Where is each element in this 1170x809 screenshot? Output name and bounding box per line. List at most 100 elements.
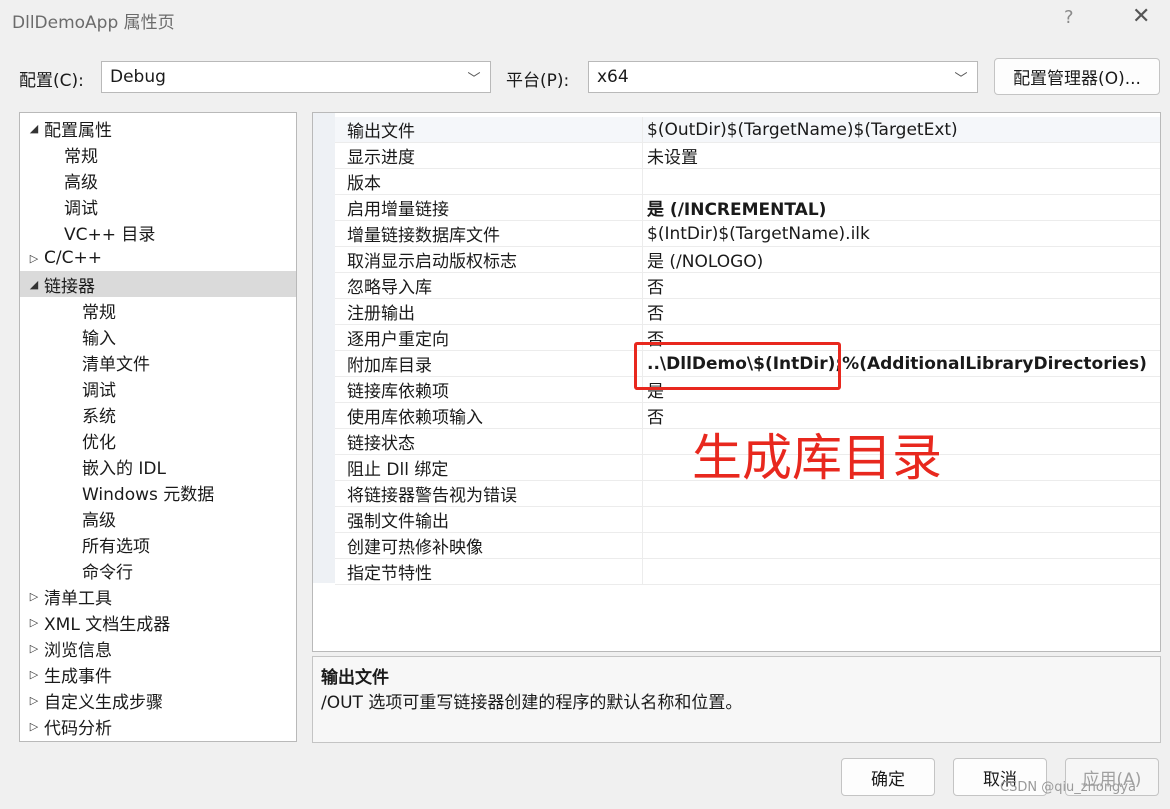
description-title: 输出文件 (321, 668, 389, 688)
close-button[interactable]: ✕ (1132, 4, 1150, 29)
property-value[interactable]: $(OutDir)$(TargetName)$(TargetExt) (642, 117, 1160, 142)
property-name: 忽略导入库 (347, 278, 432, 298)
tree-item[interactable]: ▷ 自定义生成步骤 (20, 687, 296, 713)
tree-item-label: 优化 (82, 432, 116, 453)
config-manager-button[interactable]: 配置管理器(O)... (994, 58, 1160, 95)
tree-item[interactable]: 优化 (20, 427, 296, 453)
tree-item-label: 高级 (82, 510, 116, 531)
collapsed-arrow-icon[interactable]: ▷ (24, 668, 44, 681)
property-value[interactable] (642, 559, 1160, 584)
property-value[interactable]: $(IntDir)$(TargetName).ilk (642, 221, 1160, 246)
tree-item-label: 嵌入的 IDL (82, 458, 166, 479)
collapsed-arrow-icon[interactable]: ▷ (24, 252, 44, 265)
tree-item[interactable]: 高级 (20, 167, 296, 193)
grid-row[interactable]: 取消显示启动版权标志 是 (/NOLOGO) (335, 247, 1160, 273)
tree-item[interactable]: 高级 (20, 505, 296, 531)
expanded-arrow-icon[interactable]: ◢ (24, 278, 44, 291)
tree-item-label: 生成事件 (44, 666, 112, 687)
property-name: 指定节特性 (347, 564, 432, 584)
grid-gutter (313, 113, 335, 583)
tree-item[interactable]: ▷ 生成事件 (20, 661, 296, 687)
tree-item-label: 链接器 (44, 276, 95, 297)
tree-item[interactable]: ◢ 链接器 (20, 271, 296, 297)
grid-row[interactable]: 指定节特性 (335, 559, 1160, 585)
tree-item[interactable]: ▷ 浏览信息 (20, 635, 296, 661)
tree-item-label: 输入 (82, 328, 116, 349)
description-panel: 输出文件 /OUT 选项可重写链接器创建的程序的默认名称和位置。 (312, 656, 1161, 743)
collapsed-arrow-icon[interactable]: ▷ (24, 616, 44, 629)
property-value[interactable] (642, 533, 1160, 558)
tree-item[interactable]: 嵌入的 IDL (20, 453, 296, 479)
tree-item-label: 高级 (64, 172, 98, 193)
tree-item-label: 常规 (64, 146, 98, 167)
tree-item[interactable]: 所有选项 (20, 531, 296, 557)
property-value[interactable]: 是 (/NOLOGO) (642, 247, 1160, 272)
description-text: /OUT 选项可重写链接器创建的程序的默认名称和位置。 (321, 693, 743, 713)
platform-dropdown-value: x64 (597, 67, 629, 87)
tree-item[interactable]: 常规 (20, 297, 296, 323)
highlight-box (634, 342, 841, 390)
tree-item[interactable]: VC++ 目录 (20, 219, 296, 245)
grid-row[interactable]: 忽略导入库 否 (335, 273, 1160, 299)
property-name: 使用库依赖项输入 (347, 408, 483, 428)
property-name: 显示进度 (347, 148, 415, 168)
property-name: 启用增量链接 (347, 200, 449, 220)
tree-item-label: 浏览信息 (44, 640, 112, 661)
property-name: 注册输出 (347, 304, 415, 324)
tree-item[interactable]: Windows 元数据 (20, 479, 296, 505)
help-button[interactable]: ? (1064, 7, 1074, 28)
chevron-down-icon: ﹀ (467, 71, 481, 87)
property-value[interactable] (642, 507, 1160, 532)
grid-row[interactable]: 创建可热修补映像 (335, 533, 1160, 559)
grid-row[interactable]: 输出文件 $(OutDir)$(TargetName)$(TargetExt) (335, 117, 1160, 143)
tree-item[interactable]: 调试 (20, 193, 296, 219)
tree-item-label: 调试 (82, 380, 116, 401)
collapsed-arrow-icon[interactable]: ▷ (24, 720, 44, 733)
property-name: 版本 (347, 174, 381, 194)
tree-item[interactable]: 输入 (20, 323, 296, 349)
tree-item[interactable]: 常规 (20, 141, 296, 167)
property-value[interactable]: 否 (642, 299, 1160, 324)
platform-dropdown[interactable]: x64 ﹀ (588, 61, 978, 93)
config-dropdown[interactable]: Debug ﹀ (101, 61, 491, 93)
window-title: DllDemoApp 属性页 (12, 13, 175, 33)
grid-row[interactable]: 注册输出 否 (335, 299, 1160, 325)
tree-item-label: 常规 (82, 302, 116, 323)
tree-item[interactable]: ▷ 代码分析 (20, 713, 296, 739)
tree-item[interactable]: 系统 (20, 401, 296, 427)
tree-item-label: XML 文档生成器 (44, 614, 171, 635)
tree-item-label: 所有选项 (82, 536, 150, 557)
property-value[interactable]: 否 (642, 273, 1160, 298)
ok-button[interactable]: 确定 (841, 758, 935, 796)
property-value[interactable]: 是 (/INCREMENTAL) (642, 195, 1160, 220)
collapsed-arrow-icon[interactable]: ▷ (24, 694, 44, 707)
collapsed-arrow-icon[interactable]: ▷ (24, 590, 44, 603)
grid-row[interactable]: 显示进度 未设置 (335, 143, 1160, 169)
property-name: 逐用户重定向 (347, 330, 449, 350)
tree-item[interactable]: ◢ 配置属性 (20, 115, 296, 141)
tree-item[interactable]: ▷ 清单工具 (20, 583, 296, 609)
collapsed-arrow-icon[interactable]: ▷ (24, 642, 44, 655)
chevron-down-icon: ﹀ (954, 71, 968, 87)
platform-label: 平台(P): (506, 71, 570, 91)
grid-row[interactable]: 版本 (335, 169, 1160, 195)
property-name: 取消显示启动版权标志 (347, 252, 517, 272)
property-name: 阻止 Dll 绑定 (347, 460, 449, 480)
expanded-arrow-icon[interactable]: ◢ (24, 122, 44, 135)
property-name: 将链接器警告视为错误 (347, 486, 517, 506)
grid-row[interactable]: 强制文件输出 (335, 507, 1160, 533)
property-name: 输出文件 (347, 122, 415, 142)
config-label: 配置(C): (19, 71, 84, 91)
property-name: 链接状态 (347, 434, 415, 454)
property-value[interactable] (642, 169, 1160, 194)
property-value[interactable]: 未设置 (642, 143, 1160, 168)
tree-item[interactable]: 清单文件 (20, 349, 296, 375)
tree-item-label: 系统 (82, 406, 116, 427)
tree-item[interactable]: ▷ XML 文档生成器 (20, 609, 296, 635)
tree-item[interactable]: 命令行 (20, 557, 296, 583)
tree-item[interactable]: 调试 (20, 375, 296, 401)
grid-row[interactable]: 启用增量链接 是 (/INCREMENTAL) (335, 195, 1160, 221)
tree-item[interactable]: ▷ C/C++ (20, 245, 296, 271)
grid-row[interactable]: 增量链接数据库文件 $(IntDir)$(TargetName).ilk (335, 221, 1160, 247)
annotation-label: 生成库目录 (692, 429, 942, 487)
